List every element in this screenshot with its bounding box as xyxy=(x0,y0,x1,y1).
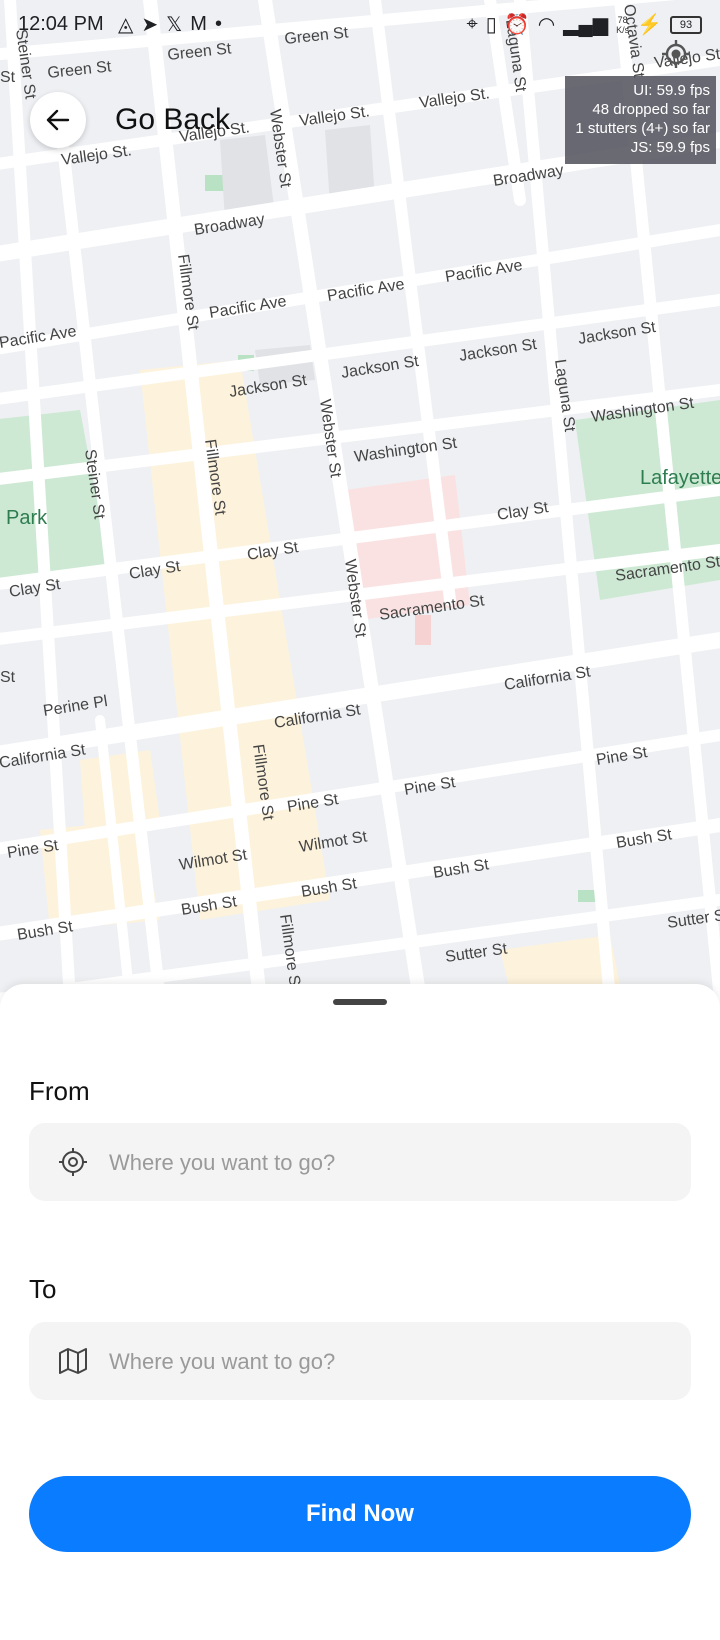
from-field[interactable] xyxy=(29,1123,691,1203)
map-icon xyxy=(59,1348,87,1374)
x-icon: 𝕏 xyxy=(166,14,183,36)
from-label: From xyxy=(29,1076,90,1106)
commercial-area xyxy=(80,750,160,830)
wifi-icon: ◠ xyxy=(537,14,556,36)
crosshair-icon xyxy=(59,1148,87,1176)
status-bar: 12:04 PM ◬ ➤ 𝕏 M • ⌖ ▯ ⏰ ◠ ▂▄▆ 78 K/s ⚡ 9… xyxy=(0,0,720,52)
to-field[interactable] xyxy=(29,1322,691,1402)
more-dot-icon: • xyxy=(214,13,222,35)
street-label: St xyxy=(0,69,16,86)
ui-fps: UI: 59.9 fps xyxy=(633,82,710,99)
notification-icons: ◬ ➤ 𝕏 M • xyxy=(118,12,222,37)
vibrate-icon: ▯ xyxy=(485,14,497,36)
street-label: St xyxy=(0,669,16,686)
telegram-icon: ➤ xyxy=(141,14,159,36)
to-input[interactable] xyxy=(107,1322,671,1402)
my-location-button[interactable] xyxy=(648,26,704,82)
map-place-label: Park xyxy=(6,507,48,529)
to-label: To xyxy=(29,1274,57,1304)
status-time: 12:04 PM xyxy=(18,13,104,35)
network-speed: 78 K/s xyxy=(616,14,630,35)
location-status-icon: ⌖ xyxy=(466,13,478,35)
bottom-sheet: From To Find Now xyxy=(0,984,720,1640)
back-button[interactable] xyxy=(30,92,86,148)
sheet-drag-handle[interactable] xyxy=(333,999,387,1005)
signal-icon: ▂▄▆ xyxy=(563,14,609,36)
dropped-frames: 48 dropped so far xyxy=(592,101,710,118)
page-title: Go Back xyxy=(115,103,231,136)
crosshair-icon xyxy=(662,40,690,68)
map-place-label: Lafayette xyxy=(640,467,720,489)
js-fps: JS: 59.9 fps xyxy=(630,139,710,156)
arrow-left-icon xyxy=(46,109,70,131)
find-now-button[interactable]: Find Now xyxy=(29,1476,691,1552)
gmail-icon: M xyxy=(190,13,207,35)
stutters: 1 stutters (4+) so far xyxy=(575,120,710,137)
app-notification-icon: ◬ xyxy=(118,14,134,36)
perf-overlay: UI: 59.9 fps 48 dropped so far 1 stutter… xyxy=(565,76,716,164)
from-input[interactable] xyxy=(107,1123,671,1203)
alarm-icon: ⏰ xyxy=(504,14,530,36)
